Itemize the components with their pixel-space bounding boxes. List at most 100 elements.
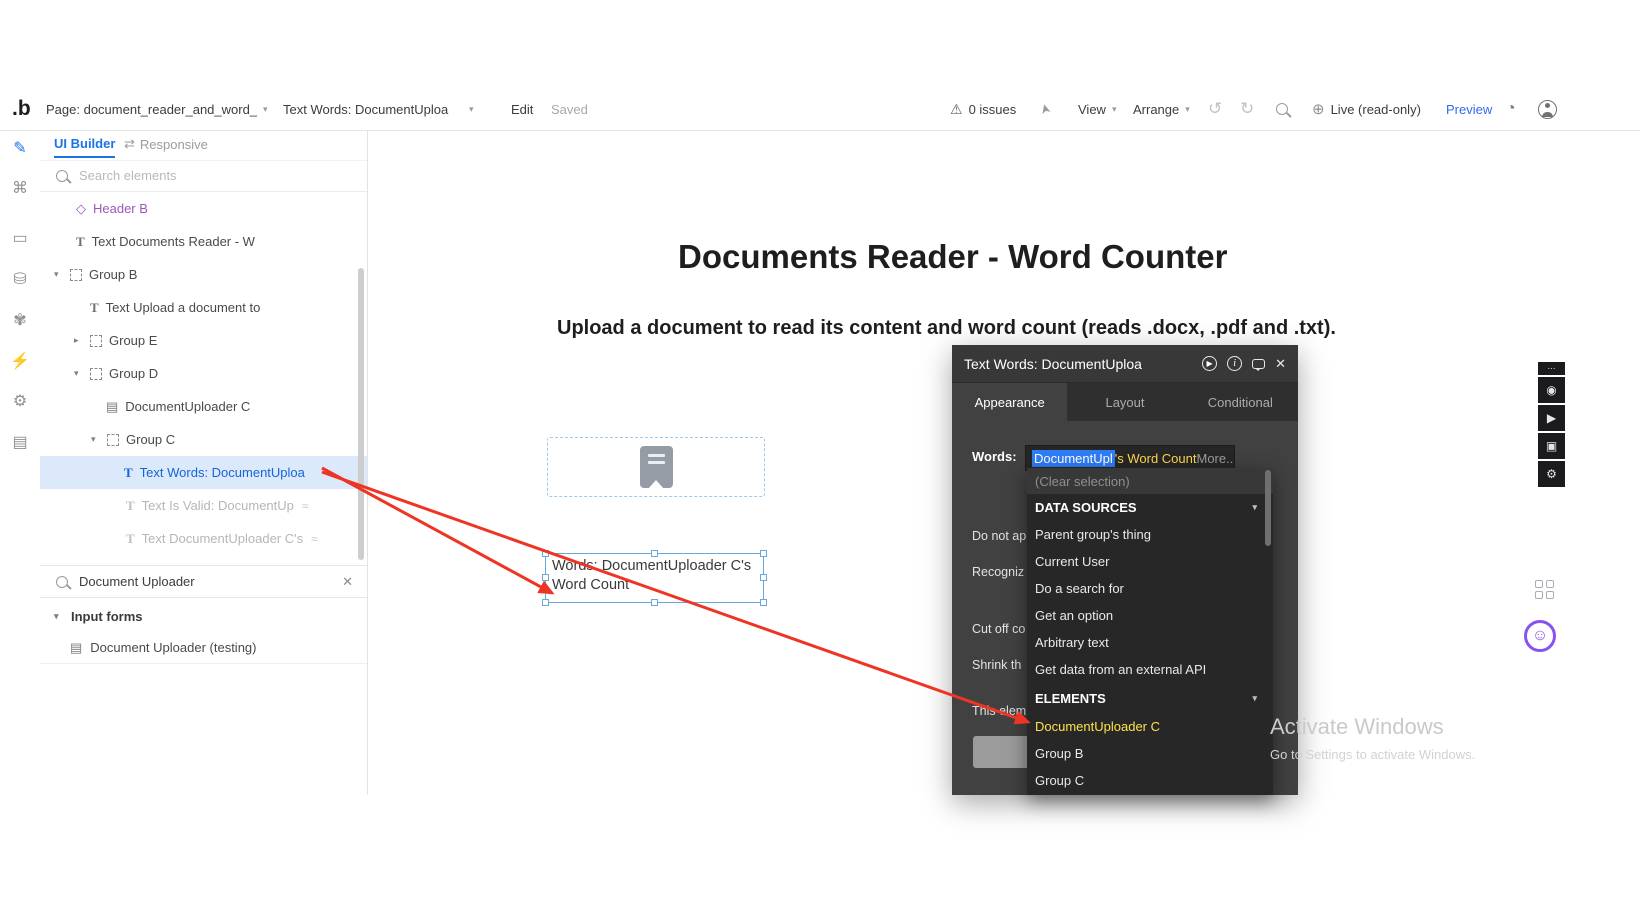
close-icon[interactable]: ✕ <box>1275 356 1286 372</box>
tree-item-documentuploader-c[interactable]: ▤ DocumentUploader C <box>40 390 367 423</box>
view-menu[interactable]: View ▾ <box>1078 88 1116 130</box>
info-icon[interactable]: i <box>1227 356 1242 371</box>
property-label-shrink: Shrink th <box>972 658 1021 672</box>
panel-tabs: UI Builder ⇄ Responsive <box>40 130 367 161</box>
caret-down-icon[interactable]: ▾ <box>54 611 64 622</box>
dropdown-header-data-sources[interactable]: DATA SOURCES ▾ <box>1027 494 1273 521</box>
usage-pie-icon[interactable]: ◔ <box>1506 88 1640 130</box>
dropdown-item-current-user[interactable]: Current User <box>1027 548 1273 575</box>
expression-dynamic-token[interactable]: 's Word Count <box>1115 451 1197 466</box>
data-tab-icon[interactable]: ⛁ <box>0 269 40 289</box>
tab-ui-builder[interactable]: UI Builder <box>54 136 115 158</box>
tree-item-text-words-selected[interactable]: T Text Words: DocumentUploa <box>40 456 367 489</box>
resize-handle[interactable] <box>542 550 549 557</box>
tree-item-group-c[interactable]: ▾ Group C <box>40 423 367 456</box>
pointer-tool-icon[interactable]: ➤ <box>1040 88 1051 130</box>
dropdown-scrollbar[interactable] <box>1265 470 1271 546</box>
dropdown-item-group-c[interactable]: Group C <box>1027 767 1273 794</box>
resize-handle[interactable] <box>542 574 549 581</box>
dropdown-item-arbitrary-text[interactable]: Arbitrary text <box>1027 629 1273 656</box>
video-icon[interactable]: ▶ <box>1538 405 1565 431</box>
search-input[interactable] <box>77 167 301 184</box>
tree-item-header-b[interactable]: ◇ Header B <box>40 192 367 225</box>
text-element-line2: Word Count <box>552 576 757 595</box>
expression-selected-token[interactable]: DocumentUpl <box>1032 450 1115 467</box>
component-document-uploader-testing[interactable]: ▤ Document Uploader (testing) <box>40 632 367 664</box>
property-label-recognize: Recogniz <box>972 565 1024 579</box>
tree-item-text-upload[interactable]: T Text Upload a document to <box>40 291 367 324</box>
clear-filter-icon[interactable]: ✕ <box>342 574 353 590</box>
resize-handle[interactable] <box>760 550 767 557</box>
caret-right-icon[interactable]: ▸ <box>74 335 90 346</box>
page-selector[interactable]: Page: document_reader_and_word_ ▾ <box>46 88 268 130</box>
property-label-do-not-apply: Do not ap <box>972 529 1026 543</box>
apps-grid-icon[interactable] <box>1535 580 1554 599</box>
smiley-icon: ☺ <box>1532 627 1548 645</box>
play-icon[interactable]: ▶ <box>1202 356 1217 371</box>
issues-indicator[interactable]: ⚠ 0 issues <box>950 88 1016 130</box>
tab-responsive[interactable]: ⇄ Responsive <box>124 136 208 152</box>
preview-button[interactable]: Preview <box>1446 88 1492 130</box>
gear-icon[interactable]: ⚙ <box>1538 461 1565 487</box>
edit-menu[interactable]: Edit <box>511 88 533 130</box>
text-element-line1: Words: DocumentUploader C's <box>552 557 757 576</box>
filter-input[interactable] <box>77 573 311 590</box>
globe-icon: ⊕ <box>1312 100 1325 118</box>
capture-menu-dots-icon[interactable]: ⋯ <box>1538 362 1565 375</box>
element-selector[interactable]: Text Words: DocumentUploa ▾ <box>283 88 474 130</box>
card-tab-icon[interactable]: ▭ <box>0 228 40 248</box>
tab-conditional[interactable]: Conditional <box>1183 383 1298 421</box>
resize-handle[interactable] <box>651 599 658 606</box>
plugins-tab-icon[interactable]: ⚡ <box>0 351 40 371</box>
tree-item-text-is-valid[interactable]: T Text Is Valid: DocumentUp ≈ <box>40 489 367 522</box>
search-icon[interactable] <box>1276 88 1288 130</box>
resize-handle[interactable] <box>651 550 658 557</box>
capture-toolbar: ⋯ ◉ ▶ ▣ ⚙ <box>1538 362 1565 487</box>
arrange-menu[interactable]: Arrange ▾ <box>1133 88 1190 130</box>
dropdown-item-group-b[interactable]: Group B <box>1027 740 1273 767</box>
property-editor-titlebar[interactable]: Text Words: DocumentUploa ▶ i ✕ <box>952 345 1298 383</box>
tree-scrollbar[interactable] <box>358 268 364 560</box>
resize-handle[interactable] <box>760 574 767 581</box>
section-input-forms[interactable]: ▾ Input forms <box>40 600 367 632</box>
dropdown-clear-selection[interactable]: (Clear selection) <box>1027 468 1273 494</box>
warning-icon: ⚠ <box>950 101 963 118</box>
chat-widget-button[interactable]: ☺ <box>1524 620 1556 652</box>
settings-tab-icon[interactable]: ⚙ <box>0 391 40 411</box>
dropdown-item-documentuploader-c[interactable]: DocumentUploader C <box>1027 713 1273 740</box>
selected-text-element[interactable]: Words: DocumentUploader C's Word Count <box>545 553 764 603</box>
resize-handle[interactable] <box>542 599 549 606</box>
expression-more-link[interactable]: More... <box>1197 451 1236 466</box>
dropdown-header-elements[interactable]: ELEMENTS ▾ <box>1027 683 1273 713</box>
styles-tab-icon[interactable]: ✾ <box>0 310 40 330</box>
redo-icon[interactable]: ↻ <box>1240 88 1254 130</box>
live-mode-indicator[interactable]: ⊕ Live (read-only) <box>1312 88 1421 130</box>
resize-handle[interactable] <box>760 599 767 606</box>
logs-tab-icon[interactable]: ▤ <box>0 432 40 452</box>
design-tab-pencil-icon[interactable]: ✎ <box>0 138 40 158</box>
undo-icon[interactable]: ↺ <box>1208 88 1222 130</box>
caret-down-icon[interactable]: ▾ <box>74 368 90 379</box>
tree-item-text-documentuploader-cs[interactable]: T Text DocumentUploader C's ≈ <box>40 522 367 555</box>
layers-icon[interactable]: ▣ <box>1538 433 1565 459</box>
camera-icon[interactable]: ◉ <box>1538 377 1565 403</box>
comment-icon[interactable] <box>1252 359 1265 369</box>
account-avatar[interactable] <box>1538 88 1557 130</box>
tab-layout[interactable]: Layout <box>1067 383 1182 421</box>
document-uploader-element[interactable] <box>547 437 765 497</box>
hidden-icon: ≈ <box>302 499 309 513</box>
dropdown-item-get-an-option[interactable]: Get an option <box>1027 602 1273 629</box>
tab-appearance[interactable]: Appearance <box>952 383 1067 421</box>
dropdown-item-parent-groups-thing[interactable]: Parent group's thing <box>1027 521 1273 548</box>
workflow-tab-icon[interactable]: ⌘ <box>0 178 40 198</box>
caret-down-icon[interactable]: ▾ <box>91 434 107 445</box>
caret-down-icon[interactable]: ▾ <box>54 269 70 280</box>
tree-item-group-e[interactable]: ▸ Group E <box>40 324 367 357</box>
tree-item-label: Group B <box>89 267 137 282</box>
tree-item-text-documents-reader[interactable]: T Text Documents Reader - W <box>40 225 367 258</box>
tree-item-group-d[interactable]: ▾ Group D <box>40 357 367 390</box>
dropdown-item-external-api[interactable]: Get data from an external API <box>1027 656 1273 683</box>
dropdown-item-do-a-search-for[interactable]: Do a search for <box>1027 575 1273 602</box>
tree-item-group-b[interactable]: ▾ Group B <box>40 258 367 291</box>
bubble-logo[interactable]: .b <box>12 88 31 130</box>
